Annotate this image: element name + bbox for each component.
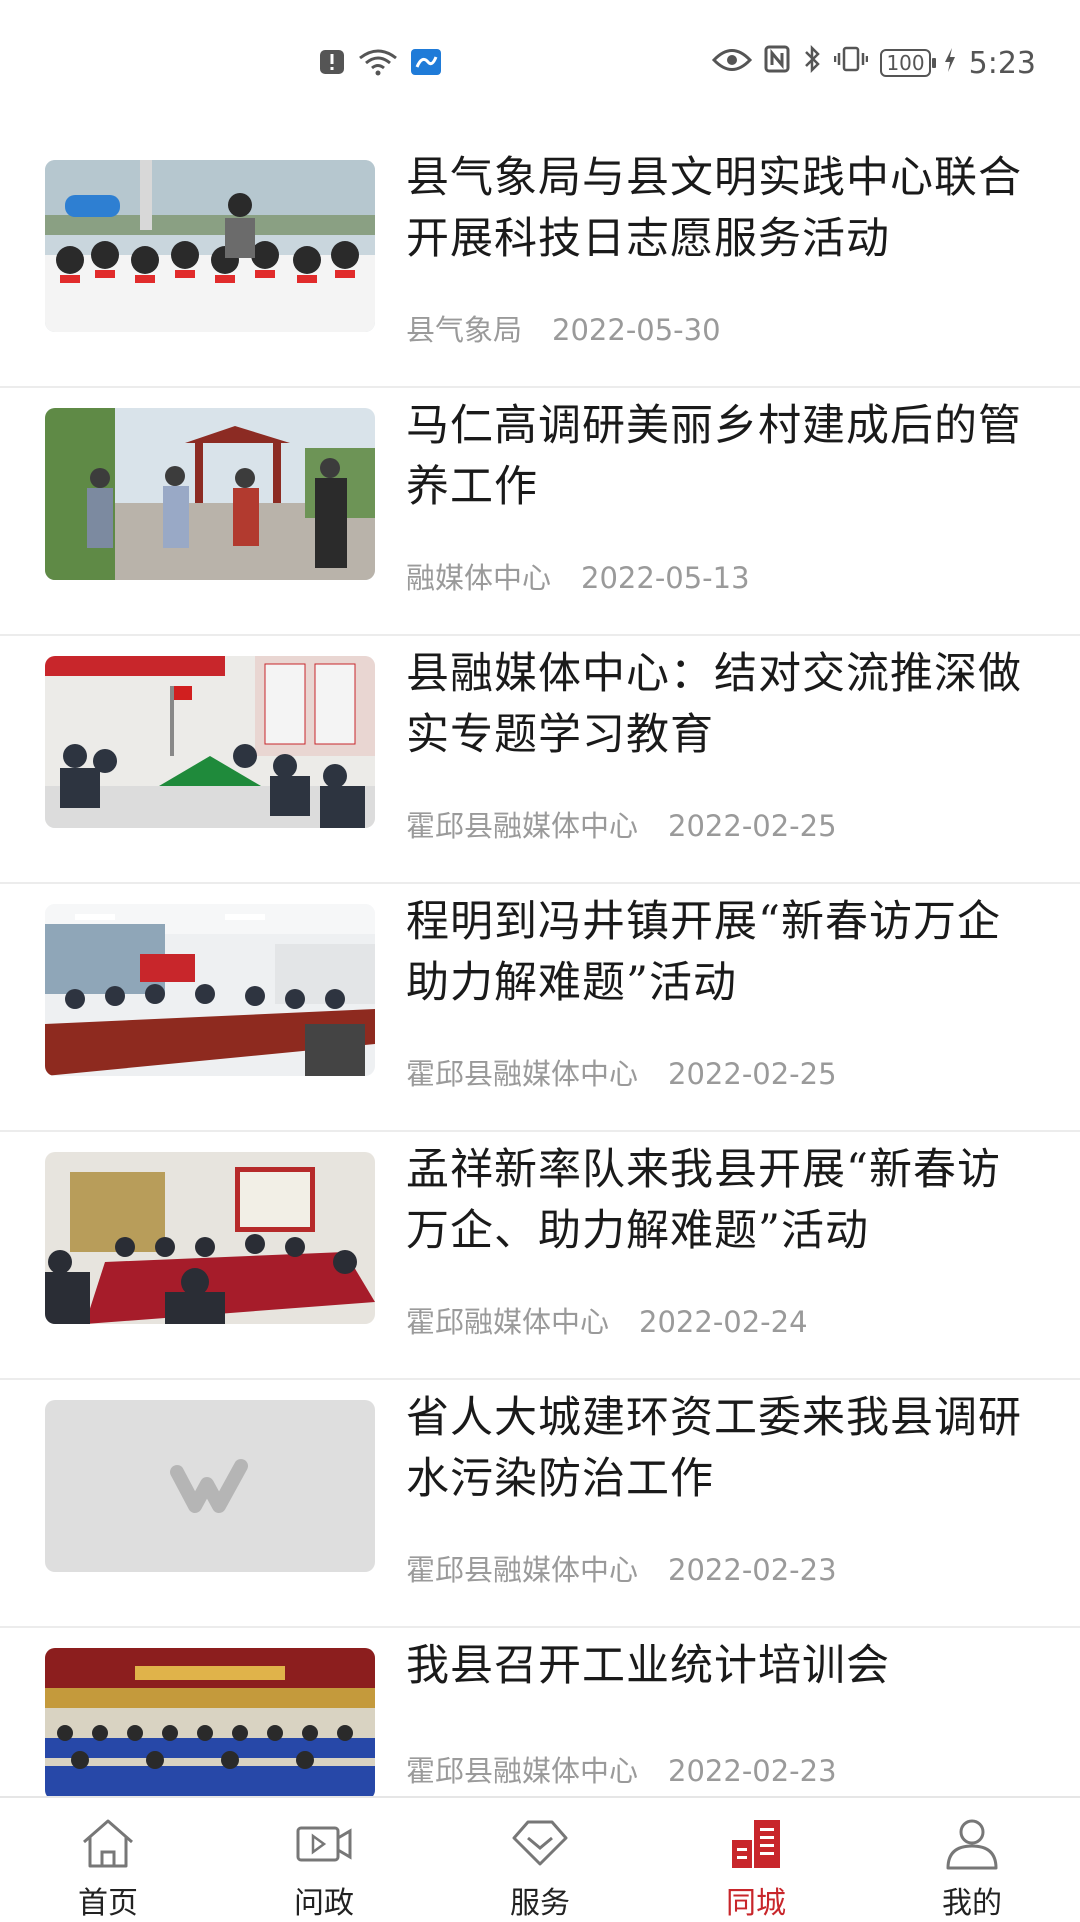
nav-profile[interactable]: 我的 [864, 1798, 1080, 1922]
news-source: 县气象局 [406, 313, 523, 347]
news-item[interactable]: 县融媒体中心：结对交流推深做实专题学习教育 霍邱县融媒体中心 2022-02-25 [0, 636, 1080, 884]
app-notification-icon [410, 48, 442, 80]
eye-icon [712, 46, 753, 81]
video-icon [294, 1816, 354, 1870]
news-meta: 县气象局 2022-05-30 [406, 307, 721, 349]
news-title[interactable]: 马仁高调研美丽乡村建成后的管养工作 [406, 396, 1042, 518]
nav-home[interactable]: 首页 [0, 1798, 216, 1922]
profile-icon [942, 1816, 1002, 1870]
city-icon [726, 1816, 786, 1870]
news-thumbnail[interactable] [45, 1400, 375, 1572]
nav-label: 我的 [942, 1886, 1002, 1921]
news-meta: 霍邱县融媒体中心 2022-02-25 [406, 803, 837, 845]
news-item[interactable]: 马仁高调研美丽乡村建成后的管养工作 融媒体中心 2022-05-13 [0, 388, 1080, 636]
news-item[interactable]: 程明到冯井镇开展“新春访万企 助力解难题”活动 霍邱县融媒体中心 2022-02-… [0, 884, 1080, 1132]
service-icon [510, 1816, 570, 1870]
news-thumbnail[interactable] [45, 408, 375, 580]
nav-label: 首页 [78, 1886, 138, 1921]
status-bar: 100 5:23 [0, 0, 1080, 120]
news-title[interactable]: 省人大城建环资工委来我县调研水污染防治工作 [406, 1388, 1042, 1510]
alert-icon [318, 48, 346, 80]
news-date: 2022-02-23 [668, 1754, 837, 1788]
bottom-nav: 首页 问政 服务 同城 我的 [0, 1796, 1080, 1922]
status-left-icons [318, 48, 442, 80]
nav-label: 服务 [510, 1886, 570, 1921]
news-title[interactable]: 孟祥新率队来我县开展“新春访万企、助力解难题”活动 [406, 1140, 1042, 1262]
news-thumbnail[interactable] [45, 656, 375, 828]
battery-icon: 100 [880, 49, 936, 77]
news-source: 霍邱县融媒体中心 [406, 1553, 639, 1587]
news-source: 霍邱县融媒体中心 [406, 1057, 639, 1091]
nav-label: 同城 [726, 1886, 786, 1921]
charging-icon [943, 46, 957, 81]
news-date: 2022-05-30 [552, 313, 721, 347]
home-icon [78, 1816, 138, 1870]
news-thumbnail[interactable] [45, 904, 375, 1076]
status-right-icons: 100 5:23 [712, 44, 1036, 82]
news-meta: 融媒体中心 2022-05-13 [406, 555, 750, 597]
news-date: 2022-05-13 [581, 561, 750, 595]
nav-service[interactable]: 服务 [432, 1798, 648, 1922]
wifi-icon [358, 48, 398, 80]
nav-label: 问政 [294, 1886, 354, 1921]
news-item[interactable]: 孟祥新率队来我县开展“新春访万企、助力解难题”活动 霍邱融媒体中心 2022-02… [0, 1132, 1080, 1380]
nav-city[interactable]: 同城 [648, 1798, 864, 1922]
news-item[interactable]: 省人大城建环资工委来我县调研水污染防治工作 霍邱县融媒体中心 2022-02-23 [0, 1380, 1080, 1628]
news-item[interactable]: 我县召开工业统计培训会 霍邱县融媒体中心 2022-02-23 [0, 1628, 1080, 1800]
news-thumbnail[interactable] [45, 1152, 375, 1324]
news-title[interactable]: 县气象局与县文明实践中心联合开展科技日志愿服务活动 [406, 148, 1042, 270]
news-item[interactable]: 县气象局与县文明实践中心联合开展科技日志愿服务活动 县气象局 2022-05-30 [0, 140, 1080, 388]
news-thumbnail[interactable] [45, 1648, 375, 1800]
status-time: 5:23 [968, 45, 1036, 81]
news-date: 2022-02-25 [668, 809, 837, 843]
news-thumbnail[interactable] [45, 160, 375, 332]
news-meta: 霍邱县融媒体中心 2022-02-23 [406, 1748, 837, 1790]
nav-wenzheng[interactable]: 问政 [216, 1798, 432, 1922]
news-source: 霍邱融媒体中心 [406, 1305, 610, 1339]
news-source: 霍邱县融媒体中心 [406, 809, 639, 843]
news-source: 融媒体中心 [406, 561, 552, 595]
news-date: 2022-02-25 [668, 1057, 837, 1091]
news-title[interactable]: 县融媒体中心：结对交流推深做实专题学习教育 [406, 644, 1042, 766]
news-meta: 霍邱县融媒体中心 2022-02-23 [406, 1547, 837, 1589]
news-source: 霍邱县融媒体中心 [406, 1754, 639, 1788]
news-meta: 霍邱融媒体中心 2022-02-24 [406, 1299, 808, 1341]
bluetooth-icon [802, 44, 822, 82]
news-title[interactable]: 程明到冯井镇开展“新春访万企 助力解难题”活动 [406, 892, 1042, 1014]
nfc-icon [764, 45, 790, 81]
news-meta: 霍邱县融媒体中心 2022-02-25 [406, 1051, 837, 1093]
news-date: 2022-02-23 [668, 1553, 837, 1587]
news-date: 2022-02-24 [639, 1305, 808, 1339]
news-title[interactable]: 我县召开工业统计培训会 [406, 1636, 1042, 1697]
vibrate-icon [834, 45, 869, 81]
